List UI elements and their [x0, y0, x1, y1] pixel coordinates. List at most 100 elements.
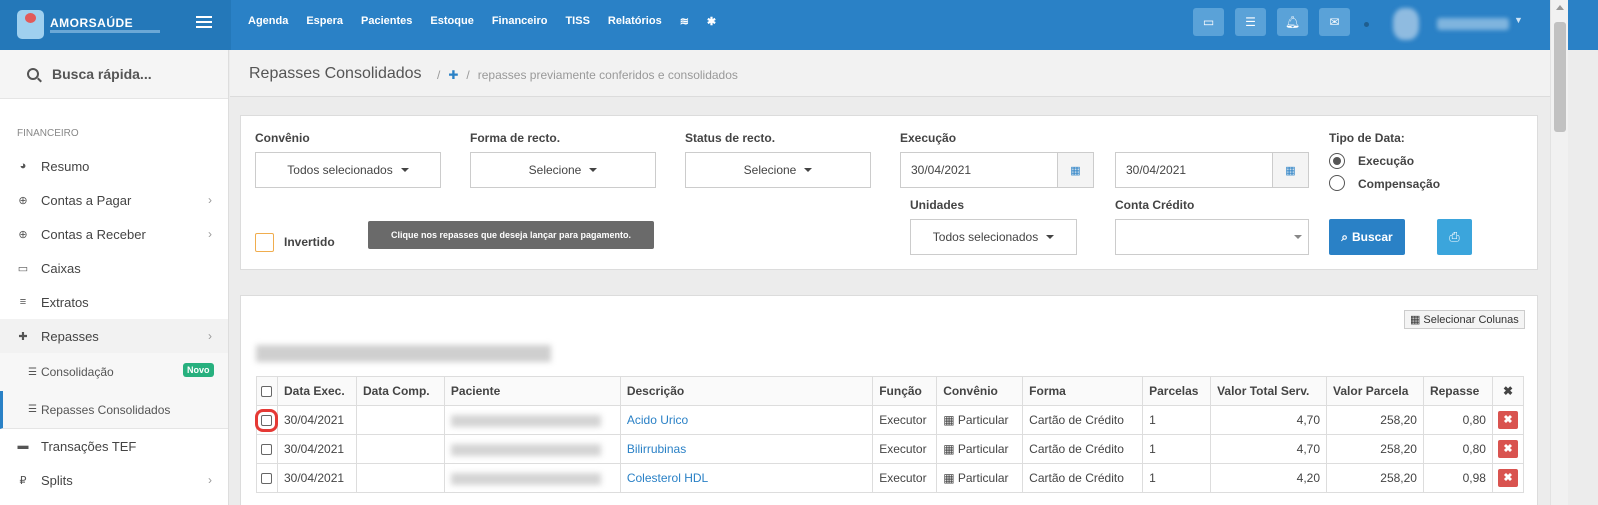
page-scrollbar[interactable]	[1550, 0, 1568, 505]
caret-down-icon	[804, 168, 813, 172]
header-descricao[interactable]: Descrição	[619, 376, 874, 406]
sidebar-item-extratos[interactable]: ≡ Extratos	[0, 285, 228, 319]
nav-estoque[interactable]: Estoque	[430, 15, 473, 28]
inbox-button[interactable]: ▭	[1193, 8, 1224, 36]
table-row[interactable]: 30/04/2021 Colesterol HDL Executor ▦ Par…	[256, 463, 1525, 493]
nav-espera[interactable]: Espera	[306, 15, 343, 28]
remove-button[interactable]: ✖	[1497, 440, 1518, 458]
select-all-checkbox[interactable]	[261, 386, 272, 398]
header-convenio[interactable]: Convênio	[936, 376, 1024, 406]
cell-descricao-link[interactable]: Bilirrubinas	[619, 434, 874, 464]
header-remove[interactable]: ✖	[1491, 376, 1525, 406]
unidades-label: Unidades	[910, 198, 965, 212]
forma-value: Selecione	[528, 163, 582, 177]
status-label: Status de recto.	[685, 131, 776, 145]
logo-icon	[17, 10, 44, 39]
calendar-icon[interactable]: ▦	[1272, 153, 1308, 187]
nav-financeiro[interactable]: Financeiro	[492, 15, 548, 28]
convenio-select[interactable]: Todos selecionados	[255, 152, 441, 188]
print-button[interactable]: ⎙	[1437, 219, 1472, 255]
cell-parcelas: 1	[1142, 463, 1212, 493]
nav-pacientes[interactable]: Pacientes	[361, 15, 412, 28]
remove-button[interactable]: ✖	[1497, 469, 1518, 487]
chevron-right-icon: ›	[208, 227, 212, 241]
date-from-input[interactable]: 30/04/2021 ▦	[900, 152, 1094, 188]
database-icon[interactable]: ≋	[680, 15, 689, 28]
chat-button[interactable]: ✉	[1319, 8, 1350, 36]
header-repasse[interactable]: Repasse	[1422, 376, 1493, 406]
gear-icon[interactable]: ✱	[707, 15, 716, 28]
cell-valor-total: 4,70	[1210, 405, 1328, 435]
cell-parcelas: 1	[1142, 434, 1212, 464]
nav-tiss[interactable]: TISS	[565, 15, 589, 28]
header-data-comp[interactable]: Data Comp.	[355, 376, 445, 406]
table-row[interactable]: 30/04/2021 Acido Urico Executor ▦ Partic…	[255, 405, 1525, 435]
header-data-exec[interactable]: Data Exec.	[276, 376, 357, 406]
sidebar-subitem-repasses-consolidados[interactable]: ☰ Repasses Consolidados	[0, 391, 228, 429]
radio-compensacao-label: Compensação	[1358, 177, 1441, 191]
sidebar-item-repasses[interactable]: ✚ Repasses ›	[0, 319, 228, 353]
cell-forma: Cartão de Crédito	[1022, 463, 1144, 493]
forma-select[interactable]: Selecione	[470, 152, 656, 188]
sidebar-item-transacoes-tef[interactable]: ▬ Transações TEF	[0, 429, 228, 463]
quick-search[interactable]: Busca rápida...	[0, 50, 228, 99]
row-checkbox[interactable]	[261, 473, 272, 485]
sidebar-item-label: Splits	[41, 472, 73, 488]
sidebar-item-resumo[interactable]: ◕ Resumo	[0, 149, 228, 183]
cell-paciente	[443, 405, 621, 435]
notifications-button[interactable]: 🔔︎	[1277, 8, 1308, 36]
header-paciente[interactable]: Paciente	[443, 376, 621, 406]
invertido-label: Invertido	[284, 235, 335, 249]
puzzle-icon[interactable]: ✚	[448, 68, 458, 82]
radio-compensacao[interactable]	[1329, 175, 1345, 191]
cell-convenio: ▦ Particular	[936, 463, 1024, 493]
cell-funcao: Executor	[872, 434, 938, 464]
list-icon: ☰	[28, 404, 37, 415]
forma-label: Forma de recto.	[470, 131, 561, 145]
table-icon: ▦	[1410, 314, 1421, 326]
table-row[interactable]: 30/04/2021 Bilirrubinas Executor ▦ Parti…	[256, 434, 1525, 464]
conta-credito-select[interactable]	[1115, 219, 1309, 255]
date-to-input[interactable]: 30/04/2021 ▦	[1115, 152, 1309, 188]
cell-descricao-link[interactable]: Acido Urico	[619, 405, 874, 435]
sidebar-subitem-consolidacao[interactable]: ☰ Consolidação Novo	[0, 353, 228, 391]
radio-execucao[interactable]	[1329, 153, 1345, 169]
header-parcelas[interactable]: Parcelas	[1142, 376, 1212, 406]
row-checkbox[interactable]	[255, 409, 278, 433]
status-value: Selecione	[743, 163, 797, 177]
avatar[interactable]	[1393, 8, 1419, 40]
list-button[interactable]: ☰	[1235, 8, 1266, 36]
nav-relatorios[interactable]: Relatórios	[608, 15, 662, 28]
breadcrumb: / ✚ / repasses previamente conferidos e …	[437, 68, 738, 82]
cell-data-comp	[355, 405, 445, 435]
unidades-value: Todos selecionados	[932, 230, 1039, 244]
menu-toggle-icon[interactable]	[196, 16, 212, 29]
quick-search-label: Busca rápida...	[52, 66, 152, 82]
chevron-down-icon[interactable]: ▼	[1514, 15, 1523, 25]
header-valor-total[interactable]: Valor Total Serv.	[1210, 376, 1328, 406]
scroll-up-icon[interactable]	[1556, 5, 1564, 10]
header-forma[interactable]: Forma	[1022, 376, 1144, 406]
remove-button[interactable]: ✖	[1497, 411, 1518, 429]
cell-data-comp	[355, 463, 445, 493]
cell-descricao-link[interactable]: Colesterol HDL	[619, 463, 874, 493]
sidebar-item-contas-a-pagar[interactable]: ⊕ Contas a Pagar ›	[0, 183, 228, 217]
invertido-checkbox[interactable]	[255, 233, 274, 252]
select-columns-button[interactable]: ▦ Selecionar Colunas	[1404, 310, 1525, 329]
search-button[interactable]: ⌕ Buscar	[1329, 219, 1405, 255]
header-valor-parcela[interactable]: Valor Parcela	[1326, 376, 1424, 406]
row-checkbox[interactable]	[261, 444, 272, 456]
unidades-select[interactable]: Todos selecionados	[910, 219, 1077, 255]
user-name[interactable]	[1437, 18, 1509, 30]
cell-repasse: 0,98	[1422, 463, 1493, 493]
breadcrumb-text: repasses previamente conferidos e consol…	[477, 68, 738, 82]
sidebar-item-splits[interactable]: ₽ Splits ›	[0, 463, 228, 497]
sidebar-item-caixas[interactable]: ▭ Caixas	[0, 251, 228, 285]
sidebar-item-contas-a-receber[interactable]: ⊕ Contas a Receber ›	[0, 217, 228, 251]
nav-agenda[interactable]: Agenda	[248, 15, 288, 28]
scrollbar-thumb[interactable]	[1554, 22, 1566, 132]
calendar-icon[interactable]: ▦	[1057, 153, 1093, 187]
arrow-down-circle-icon: ⊕	[18, 228, 28, 241]
header-funcao[interactable]: Função	[872, 376, 938, 406]
status-select[interactable]: Selecione	[685, 152, 871, 188]
